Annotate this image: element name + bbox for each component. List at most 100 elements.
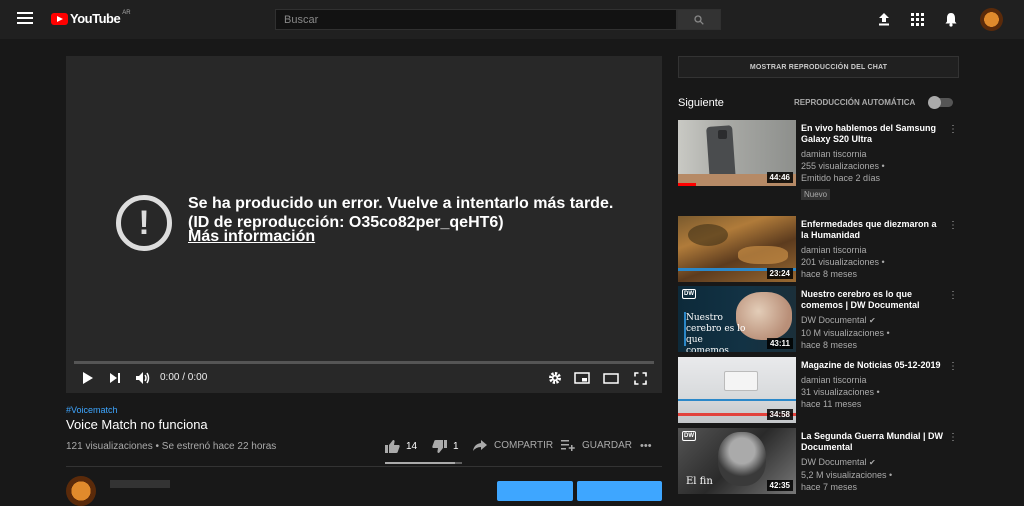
share-icon [473, 440, 487, 451]
recommendation-views: 201 visualizaciones • [801, 257, 885, 267]
video-title: Voice Match no funciona [66, 417, 208, 432]
video-player[interactable]: ! Se ha producido un error. Vuelve a int… [66, 56, 662, 393]
more-options-icon[interactable]: ⋮ [948, 124, 958, 138]
video-thumbnail[interactable]: DW El fin 42:35 [678, 428, 796, 494]
miniplayer-icon[interactable] [573, 369, 591, 387]
recommendation-channel[interactable]: damian tiscornia [801, 148, 946, 160]
video-thumbnail[interactable]: 34:58 [678, 357, 796, 423]
join-button[interactable] [497, 481, 573, 501]
channel-name[interactable] [110, 480, 170, 488]
recommendation-item[interactable]: DW Nuestro cerebro es lo que comemos 43:… [678, 286, 960, 352]
next-video-icon[interactable] [107, 369, 123, 387]
dw-logo: DW [682, 431, 696, 441]
recommendation-age: hace 8 meses [801, 269, 858, 279]
dislike-count: 1 [453, 441, 459, 452]
duration-label: 43:11 [766, 338, 793, 349]
recommendation-title[interactable]: Magazine de Noticias 05-12-2019 [801, 360, 946, 371]
duration-label: 44:46 [766, 172, 793, 183]
duration-label: 34:58 [766, 409, 793, 420]
recommendation-item[interactable]: 44:46 En vivo hablemos del Samsung Galax… [678, 120, 960, 200]
recommendation-views: 255 visualizaciones • [801, 161, 885, 171]
hashtag-link[interactable]: #Voicematch [66, 405, 118, 415]
verified-icon: ✔ [869, 316, 876, 325]
recommendation-item[interactable]: DW El fin 42:35 La Segunda Guerra Mundia… [678, 428, 960, 494]
show-chat-replay-button[interactable]: MOSTRAR REPRODUCCIÓN DEL CHAT [678, 56, 959, 78]
thumbnail-caption: Nuestro cerebro es lo que comemos [686, 313, 746, 352]
like-ratio-bar [385, 462, 462, 464]
more-options-icon[interactable]: ⋮ [948, 220, 958, 234]
settings-gear-icon[interactable] [547, 369, 563, 387]
recommendation-views: 31 visualizaciones • [801, 387, 880, 397]
recommendation-title[interactable]: Nuestro cerebro es lo que comemos | DW D… [801, 289, 946, 311]
more-actions-icon[interactable]: ••• [640, 440, 652, 452]
share-label: COMPARTIR [494, 440, 554, 451]
youtube-play-icon [51, 12, 68, 25]
recommendation-title[interactable]: En vivo hablemos del Samsung Galaxy S20 … [801, 123, 946, 145]
recommendation-age: hace 8 meses [801, 340, 858, 350]
volume-icon[interactable] [133, 369, 153, 387]
search-button[interactable] [677, 9, 721, 30]
autoplay-label: REPRODUCCIÓN AUTOMÁTICA [794, 98, 916, 107]
duration-label: 23:24 [766, 268, 793, 279]
divider [66, 466, 662, 467]
more-options-icon[interactable]: ⋮ [948, 361, 958, 375]
recommendation-views: 10 M visualizaciones • [801, 328, 890, 338]
recommendation-age: hace 11 meses [801, 399, 862, 409]
save-label: GUARDAR [582, 440, 633, 451]
channel-avatar[interactable] [66, 476, 96, 506]
fullscreen-icon[interactable] [632, 369, 648, 387]
logo-country: AR [122, 9, 131, 16]
autoplay-toggle[interactable] [928, 96, 953, 109]
recommendation-views: 5,2 M visualizaciones • [801, 470, 893, 480]
recommendation-channel[interactable]: damian tiscornia [801, 374, 946, 386]
error-exclamation-icon: ! [116, 195, 172, 251]
thumbnail-caption: El fin [686, 476, 713, 487]
search-icon [694, 14, 704, 25]
recommendation-channel[interactable]: DW Documental ✔ [801, 314, 946, 327]
recommendation-item[interactable]: 34:58 Magazine de Noticias 05-12-2019 da… [678, 357, 960, 423]
recommendation-channel[interactable]: damian tiscornia [801, 244, 946, 256]
more-options-icon[interactable]: ⋮ [948, 432, 958, 446]
share-button[interactable]: COMPARTIR [473, 440, 553, 451]
new-badge: Nuevo [801, 189, 831, 200]
recommendation-age: hace 7 meses [801, 482, 858, 492]
search-input[interactable]: Buscar [275, 9, 677, 30]
add-to-playlist-icon [561, 440, 575, 451]
thumbs-up-icon [385, 440, 400, 453]
apps-icon[interactable] [909, 11, 925, 27]
video-thumbnail[interactable]: DW Nuestro cerebro es lo que comemos 43:… [678, 286, 796, 352]
like-button[interactable]: 14 [385, 440, 417, 453]
verified-icon: ✔ [869, 458, 876, 467]
notifications-bell-icon[interactable] [943, 11, 959, 27]
watched-progress [678, 183, 696, 186]
upload-icon[interactable] [876, 11, 892, 27]
youtube-logo[interactable]: YouTube AR [51, 9, 131, 26]
video-thumbnail[interactable]: 44:46 [678, 120, 796, 186]
subscribe-button[interactable] [577, 481, 662, 501]
more-info-link[interactable]: Más información [188, 228, 315, 246]
top-bar: YouTube AR Buscar [0, 0, 1024, 39]
video-meta: 121 visualizaciones • Se estrenó hace 22… [66, 441, 277, 452]
error-message: Se ha producido un error. Vuelve a inten… [188, 195, 614, 231]
theater-mode-icon[interactable] [602, 369, 620, 387]
account-avatar[interactable] [980, 8, 1003, 31]
thumbs-down-icon [432, 440, 447, 453]
recommendation-title[interactable]: Enfermedades que diezmaron a la Humanida… [801, 219, 946, 241]
recommendation-channel[interactable]: DW Documental ✔ [801, 456, 946, 469]
channel-name-text: DW Documental [801, 315, 867, 325]
recommendation-age: Emitido hace 2 días [801, 173, 881, 183]
up-next-label: Siguiente [678, 97, 724, 109]
logo-text: YouTube [70, 11, 121, 26]
dw-logo: DW [682, 289, 696, 299]
recommendation-title[interactable]: La Segunda Guerra Mundial | DW Documenta… [801, 431, 946, 453]
play-icon[interactable] [80, 369, 96, 387]
menu-icon[interactable] [17, 12, 33, 26]
more-options-icon[interactable]: ⋮ [948, 290, 958, 304]
recommendation-item[interactable]: 23:24 Enfermedades que diezmaron a la Hu… [678, 216, 960, 282]
save-button[interactable]: GUARDAR [561, 440, 632, 451]
dislike-button[interactable]: 1 [432, 440, 459, 453]
video-thumbnail[interactable]: 23:24 [678, 216, 796, 282]
progress-bar[interactable] [74, 361, 654, 364]
channel-name-text: DW Documental [801, 457, 867, 467]
like-count: 14 [406, 441, 418, 452]
